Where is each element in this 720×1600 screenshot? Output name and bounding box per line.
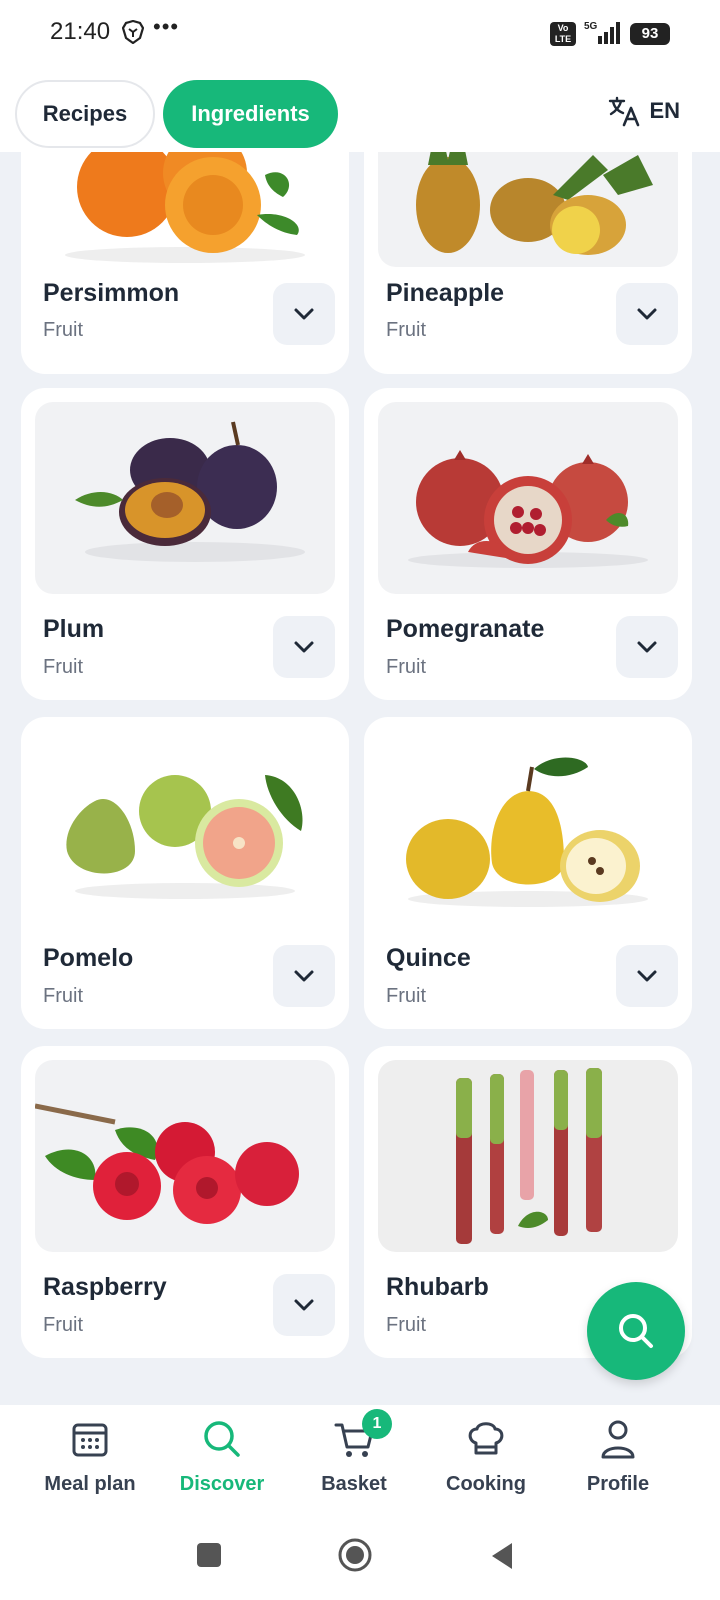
chevron-down-icon xyxy=(294,641,314,653)
tab-ingredients[interactable]: Ingredients xyxy=(163,80,338,148)
translate-icon xyxy=(609,96,640,127)
card-title: Pomegranate xyxy=(386,615,545,643)
search-fab[interactable] xyxy=(587,1282,685,1380)
signal-icon: 5G xyxy=(584,21,620,44)
status-bar: 21:40 ••• Vo LTE 5G 93 xyxy=(0,0,720,70)
nav-profile[interactable]: Profile xyxy=(548,1417,688,1496)
top-header: Recipes Ingredients EN xyxy=(0,70,720,152)
home-icon[interactable] xyxy=(337,1537,373,1573)
ingredient-card-quince[interactable]: Quince Fruit xyxy=(364,717,692,1029)
nav-discover[interactable]: Discover xyxy=(152,1417,292,1496)
card-title: Pineapple xyxy=(386,279,505,307)
card-category: Fruit xyxy=(43,1314,83,1336)
card-category: Fruit xyxy=(43,985,83,1007)
pomelo-image xyxy=(35,731,335,923)
system-nav-bar xyxy=(0,1517,720,1600)
expand-button[interactable] xyxy=(273,283,335,345)
brave-icon xyxy=(122,20,144,44)
card-title: Plum xyxy=(43,615,105,643)
tab-recipes[interactable]: Recipes xyxy=(15,80,155,148)
volte-icon: Vo LTE xyxy=(550,22,576,46)
nav-basket[interactable]: 1 Basket xyxy=(284,1409,424,1496)
plum-image xyxy=(35,402,335,594)
ingredient-card-pomelo[interactable]: Pomelo Fruit xyxy=(21,717,349,1029)
nav-cooking[interactable]: Cooking xyxy=(416,1417,556,1496)
rhubarb-image xyxy=(378,1060,678,1252)
search-icon xyxy=(204,1421,240,1457)
expand-button[interactable] xyxy=(273,945,335,1007)
card-category: Fruit xyxy=(43,656,83,678)
basket-count-badge: 1 xyxy=(362,1409,392,1439)
quince-image xyxy=(378,731,678,923)
card-title: Raspberry xyxy=(43,1273,167,1301)
card-title: Rhubarb xyxy=(386,1273,489,1301)
expand-button[interactable] xyxy=(616,283,678,345)
ingredient-card-raspberry[interactable]: Raspberry Fruit xyxy=(21,1046,349,1358)
nav-label: Profile xyxy=(586,1473,650,1495)
battery-icon: 93 xyxy=(630,23,670,45)
status-more-dots: ••• xyxy=(153,14,180,39)
card-title: Quince xyxy=(386,944,471,972)
ingredient-card-pomegranate[interactable]: Pomegranate Fruit xyxy=(364,388,692,700)
card-title: Persimmon xyxy=(43,279,180,307)
chef-hat-icon xyxy=(468,1422,504,1455)
expand-button[interactable] xyxy=(273,1274,335,1336)
pomegranate-image xyxy=(378,402,678,594)
card-category: Fruit xyxy=(386,319,426,341)
expand-button[interactable] xyxy=(616,616,678,678)
language-label: EN xyxy=(649,98,680,123)
pineapple-image xyxy=(378,152,678,267)
chevron-down-icon xyxy=(294,1299,314,1311)
ingredient-card-pineapple[interactable]: Pineapple Fruit xyxy=(364,152,692,374)
chevron-down-icon xyxy=(637,641,657,653)
expand-button[interactable] xyxy=(616,945,678,1007)
card-category: Fruit xyxy=(386,656,426,678)
card-category: Fruit xyxy=(43,319,83,341)
expand-button[interactable] xyxy=(273,616,335,678)
nav-meal-plan[interactable]: Meal plan xyxy=(20,1417,160,1496)
back-icon[interactable] xyxy=(488,1541,516,1571)
chevron-down-icon xyxy=(637,970,657,982)
signal-label: 5G xyxy=(584,21,598,32)
persimmon-image xyxy=(35,152,335,267)
user-icon xyxy=(601,1420,635,1459)
recent-apps-icon[interactable] xyxy=(195,1541,223,1569)
ingredient-card-persimmon[interactable]: Persimmon Fruit xyxy=(21,152,349,374)
chevron-down-icon xyxy=(294,308,314,320)
card-category: Fruit xyxy=(386,985,426,1007)
ingredient-grid: Persimmon Fruit Pineapple Fruit Plum Fru… xyxy=(0,152,720,1398)
nav-label: Cooking xyxy=(446,1473,526,1495)
search-icon xyxy=(619,1314,653,1348)
raspberry-image xyxy=(35,1060,335,1252)
nav-label: Discover xyxy=(179,1473,265,1495)
ingredient-card-plum[interactable]: Plum Fruit xyxy=(21,388,349,700)
chevron-down-icon xyxy=(637,308,657,320)
language-button[interactable]: EN xyxy=(607,94,680,128)
nav-label: Meal plan xyxy=(44,1473,136,1495)
status-time: 21:40 xyxy=(50,18,111,45)
calendar-icon xyxy=(72,1423,108,1457)
chevron-down-icon xyxy=(294,970,314,982)
bottom-nav: Meal plan Discover 1 Basket Cooking Prof… xyxy=(0,1405,720,1517)
card-category: Fruit xyxy=(386,1314,426,1336)
nav-label: Basket xyxy=(321,1473,387,1495)
card-title: Pomelo xyxy=(43,944,134,972)
